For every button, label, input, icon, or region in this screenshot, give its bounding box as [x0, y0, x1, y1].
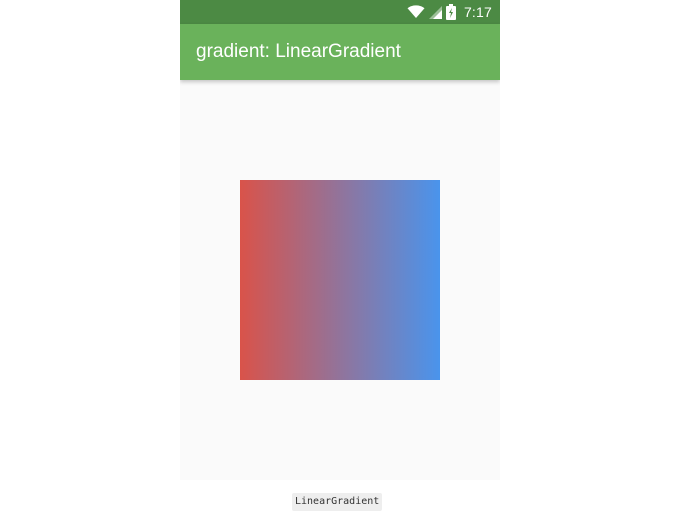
- app-bar: gradient: LinearGradient: [180, 24, 500, 80]
- status-icons: 7:17: [407, 0, 492, 24]
- cell-signal-icon: [428, 5, 442, 19]
- status-bar: 7:17: [180, 0, 500, 24]
- caption-label: LinearGradient: [292, 493, 383, 511]
- status-time: 7:17: [463, 4, 492, 20]
- battery-charging-icon: [445, 4, 456, 20]
- phone-screen: 7:17 gradient: LinearGradient: [180, 0, 500, 480]
- wifi-icon: [407, 5, 425, 19]
- linear-gradient-box: [240, 180, 440, 380]
- app-bar-title: gradient: LinearGradient: [196, 41, 401, 62]
